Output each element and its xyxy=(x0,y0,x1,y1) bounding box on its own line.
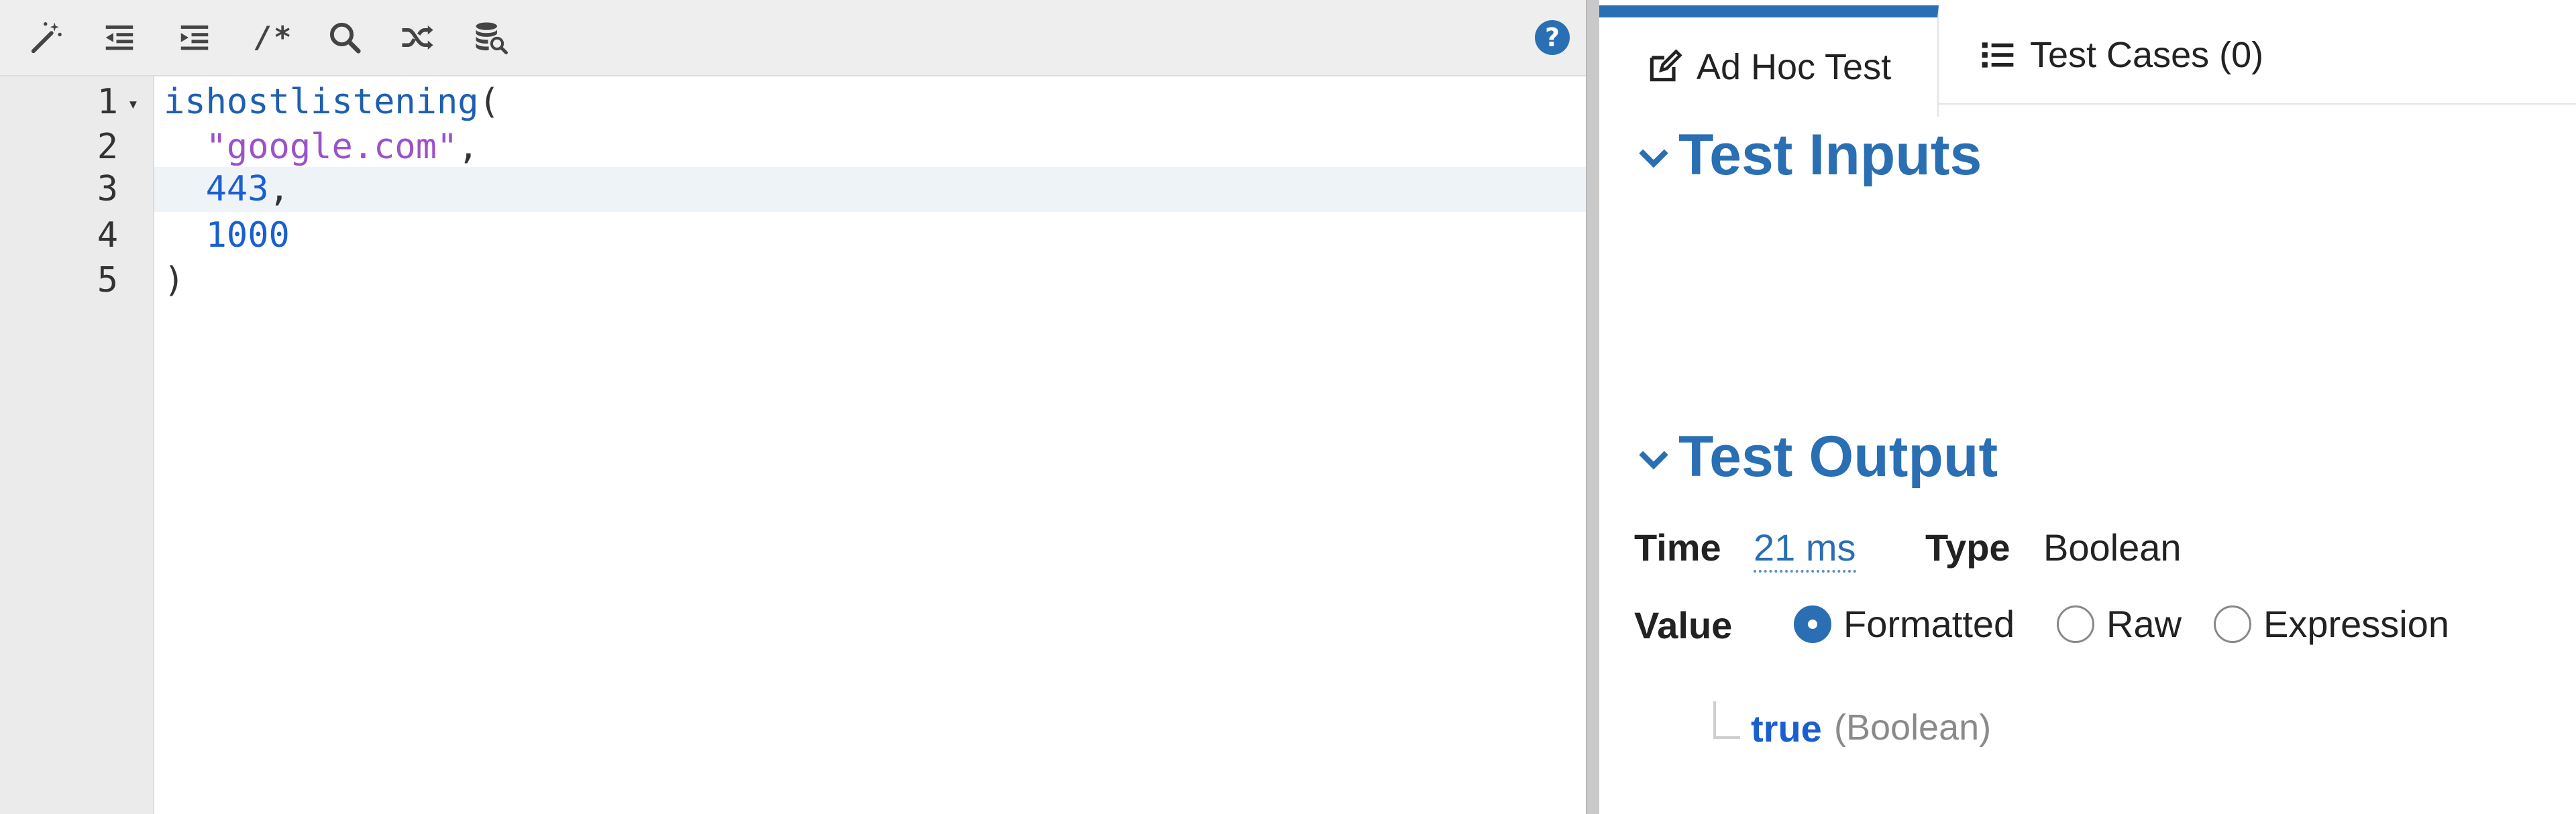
function-token: ishostlistening xyxy=(164,82,479,122)
outdent-icon[interactable] xyxy=(101,19,138,56)
paren-token: ) xyxy=(164,260,185,300)
code-text: 443, xyxy=(164,167,290,212)
radio-formatted-label: Formatted xyxy=(1843,603,2015,645)
tab-ad-hoc-test[interactable]: Ad Hoc Test xyxy=(1599,5,1939,117)
line-number: 2 xyxy=(97,127,118,167)
string-token: "google.com" xyxy=(205,127,458,167)
help-glyph: ? xyxy=(1544,23,1560,52)
comma-token: , xyxy=(458,127,479,167)
test-output-header[interactable]: Test Output xyxy=(1637,424,1998,490)
time-value[interactable]: 21 ms xyxy=(1754,526,1856,573)
code-text: ) xyxy=(164,258,184,303)
code-line: 1 ▾ ishostlistening( xyxy=(0,80,1586,125)
comment-icon[interactable]: /* xyxy=(250,19,298,56)
magic-wand-icon[interactable] xyxy=(28,19,66,56)
radio-expression-dot[interactable] xyxy=(2214,605,2251,643)
indent-icon[interactable] xyxy=(176,19,213,56)
test-tabs: Ad Hoc Test Test Cases (0) xyxy=(1599,0,2576,117)
database-search-icon[interactable] xyxy=(472,19,510,56)
line-number: 4 xyxy=(97,215,118,255)
test-inputs-header[interactable]: Test Inputs xyxy=(1637,122,1982,188)
radio-raw-dot[interactable] xyxy=(2057,605,2094,643)
radio-formatted[interactable]: Formatted xyxy=(1794,602,2015,646)
result-type: (Boolean) xyxy=(1834,707,1992,748)
chevron-down-icon xyxy=(1639,451,1668,469)
edit-icon xyxy=(1650,49,1682,82)
result-value: true xyxy=(1751,707,1822,750)
radio-expression[interactable]: Expression xyxy=(2214,602,2449,646)
tree-connector xyxy=(1713,701,1740,739)
comment-glyph: /* xyxy=(254,20,293,55)
number-token: 443 xyxy=(205,169,269,209)
code-text: ishostlistening( xyxy=(164,80,500,125)
test-output-title: Test Output xyxy=(1678,424,1998,489)
paren-token: ( xyxy=(478,82,500,122)
list-icon xyxy=(1982,42,2014,68)
shuffle-icon[interactable] xyxy=(398,19,436,56)
tab-test-cases[interactable]: Test Cases (0) xyxy=(1979,7,2263,103)
radio-expression-label: Expression xyxy=(2263,603,2450,645)
comma-token: , xyxy=(268,169,290,209)
tab-test-cases-label: Test Cases (0) xyxy=(2030,35,2264,75)
code-line: 4 1000 xyxy=(0,213,1586,258)
radio-raw-label: Raw xyxy=(2106,603,2182,645)
test-pane: Ad Hoc Test Test Cases (0) Test Inputs T… xyxy=(1599,0,2576,814)
code-text: "google.com", xyxy=(164,125,479,170)
time-label: Time xyxy=(1634,526,1721,569)
type-value: Boolean xyxy=(2043,526,2182,569)
code-text: 1000 xyxy=(164,213,290,258)
type-label: Type xyxy=(1925,526,2010,569)
expression-editor: /* ? 1 ▾ ishostlistening( 2 "google.com"… xyxy=(0,0,1586,814)
number-token: 1000 xyxy=(205,215,290,255)
code-line: 5 ) xyxy=(0,258,1586,303)
line-number: 1 xyxy=(97,82,118,122)
editor-toolbar: /* ? xyxy=(0,0,1586,76)
help-icon[interactable]: ? xyxy=(1535,20,1570,55)
code-line: 3 443, xyxy=(0,167,1586,212)
search-icon[interactable] xyxy=(326,19,364,56)
radio-formatted-dot[interactable] xyxy=(1794,605,1831,643)
fold-toggle-icon[interactable]: ▾ xyxy=(127,81,139,126)
tab-ad-hoc-label: Ad Hoc Test xyxy=(1696,47,1892,87)
value-label: Value xyxy=(1634,604,1733,646)
chevron-down-icon xyxy=(1639,149,1668,168)
test-inputs-title: Test Inputs xyxy=(1678,123,1982,187)
line-number: 3 xyxy=(97,169,118,209)
line-number: 5 xyxy=(97,260,118,300)
code-line: 2 "google.com", xyxy=(0,125,1586,170)
radio-raw[interactable]: Raw xyxy=(2057,602,2182,646)
